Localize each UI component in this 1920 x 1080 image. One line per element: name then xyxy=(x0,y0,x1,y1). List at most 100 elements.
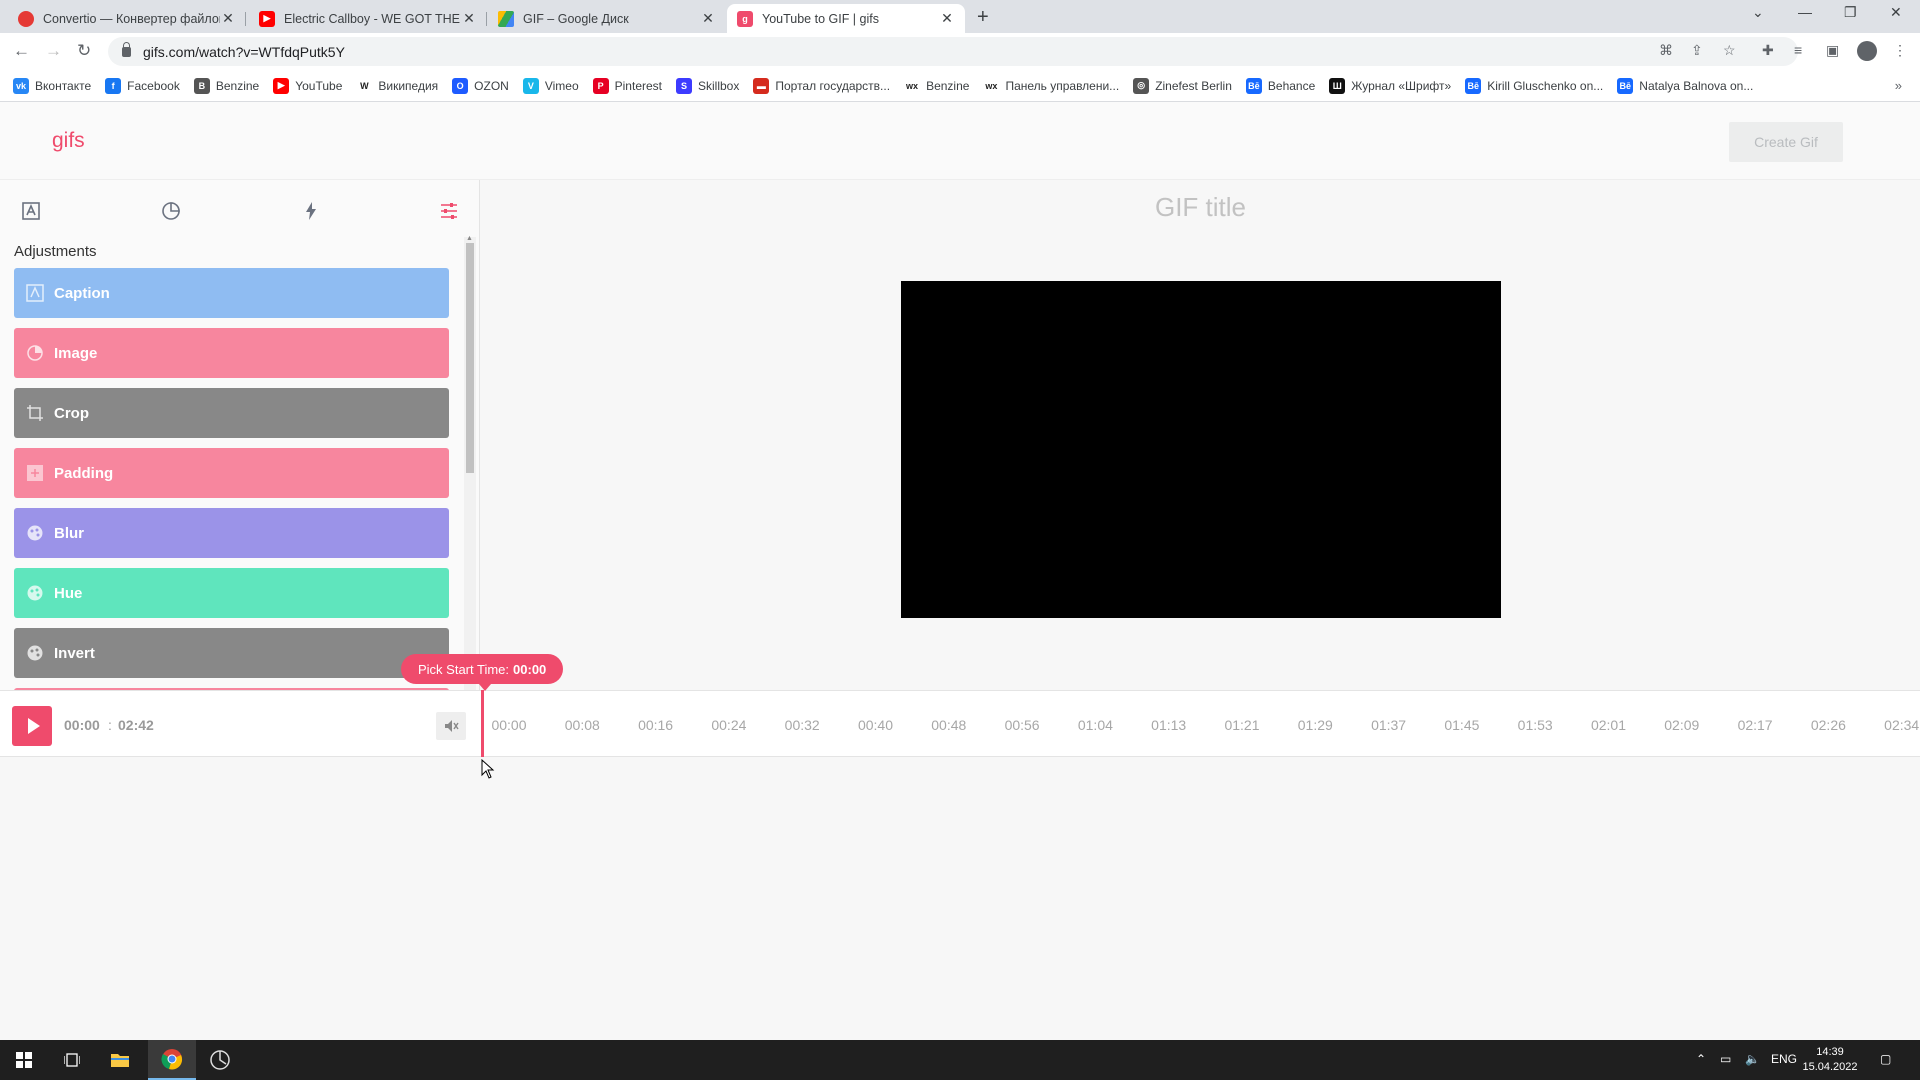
invert-button[interactable]: Invert xyxy=(14,628,449,678)
effects-tool-icon[interactable] xyxy=(297,197,325,225)
caption-tool-icon[interactable] xyxy=(17,197,45,225)
back-icon[interactable]: ← xyxy=(13,41,30,61)
windows-taskbar: ⌃ ▭ 🔈 ENG 14:39 15.04.2022 ▢ xyxy=(0,1040,1920,1080)
file-explorer-icon[interactable] xyxy=(96,1040,144,1080)
bookmark-label: Журнал «Шрифт» xyxy=(1351,78,1452,93)
bookmark-item[interactable]: ▬ Портал государств... xyxy=(753,77,890,94)
notifications-icon[interactable]: ▢ xyxy=(1880,1052,1891,1066)
bookmark-item[interactable]: S Skillbox xyxy=(676,77,740,94)
browser-tab-youtube[interactable]: ▶ Electric Callboy - WE GOT THE M ✕ xyxy=(249,4,487,33)
timeline-tick-label: 02:09 xyxy=(1664,717,1700,733)
extensions-icon[interactable]: ✚ xyxy=(1762,42,1774,59)
benzine-icon: B xyxy=(193,77,210,94)
translate-icon[interactable]: ⌘ xyxy=(1659,42,1673,59)
current-time: 00:00 xyxy=(64,717,100,733)
sidebar-scrollbar[interactable]: ▲ xyxy=(464,235,476,690)
time-separator: : xyxy=(108,717,112,733)
new-tab-icon[interactable]: + xyxy=(977,6,989,29)
share-icon[interactable]: ⇪ xyxy=(1691,42,1703,59)
reading-list-icon[interactable]: ≡ xyxy=(1794,42,1802,58)
gif-title-input[interactable]: GIF title xyxy=(481,192,1920,223)
task-view-icon[interactable] xyxy=(48,1040,96,1080)
language-indicator[interactable]: ENG xyxy=(1771,1052,1797,1066)
playhead-marker[interactable] xyxy=(481,690,484,757)
browser-tab-bar: Convertio — Конвертер файлов ✕ ▶ Electri… xyxy=(0,0,1920,33)
bookmark-item[interactable]: vk Вконтакте xyxy=(13,77,91,94)
scrollbar-thumb[interactable] xyxy=(466,243,474,473)
bookmark-item[interactable]: Ш Журнал «Шрифт» xyxy=(1329,77,1452,94)
hue-button[interactable]: Hue xyxy=(14,568,449,618)
profile-avatar[interactable] xyxy=(1857,41,1877,61)
close-tab-icon[interactable]: ✕ xyxy=(700,10,716,27)
address-bar[interactable]: gifs.com/watch?v=WTfdqPutk5Y xyxy=(108,37,1798,66)
bookmark-item[interactable]: V Vimeo xyxy=(522,77,579,94)
tab-title: Convertio — Конвертер файлов xyxy=(43,11,220,26)
chrome-taskbar-icon[interactable] xyxy=(148,1040,196,1080)
caption-button[interactable]: Caption xyxy=(14,268,449,318)
vk-icon: vk xyxy=(13,77,29,94)
stickers-tool-icon[interactable] xyxy=(157,197,185,225)
play-button[interactable] xyxy=(12,706,52,746)
mute-icon[interactable] xyxy=(436,712,466,740)
show-hidden-icons-icon[interactable]: ⌃ xyxy=(1696,1052,1706,1066)
menu-icon[interactable]: ⋮ xyxy=(1893,42,1907,59)
bookmark-item[interactable]: wx Benzine xyxy=(904,77,969,94)
timeline-ticks[interactable]: 00:00 00:08 00:16 00:24 00:32 00:40 00:48 00:56… xyxy=(487,717,1920,735)
close-tab-icon[interactable]: ✕ xyxy=(461,10,477,27)
skillbox-icon: S xyxy=(676,77,692,94)
lock-icon xyxy=(122,41,131,57)
padding-button[interactable]: Padding xyxy=(14,448,449,498)
restore-icon[interactable]: ❐ xyxy=(1844,4,1857,21)
side-panel-icon[interactable]: ▣ xyxy=(1826,42,1839,59)
minimize-icon[interactable]: — xyxy=(1798,4,1812,20)
bookmark-item[interactable]: P Pinterest xyxy=(592,77,662,94)
screen-recorder-icon[interactable] xyxy=(196,1040,244,1080)
timeline-tick-label: 00:56 xyxy=(1004,717,1040,733)
forward-icon[interactable]: → xyxy=(45,41,62,61)
timeline-tick-label: 01:04 xyxy=(1077,717,1113,733)
bookmark-item[interactable]: B Benzine xyxy=(193,77,259,94)
bookmark-item[interactable]: ▶ YouTube xyxy=(273,77,342,94)
close-tab-icon[interactable]: ✕ xyxy=(220,10,236,27)
video-preview[interactable] xyxy=(901,281,1501,618)
bookmark-label: Skillbox xyxy=(698,78,740,93)
bookmark-item[interactable]: W Википедия xyxy=(356,77,438,94)
timeline-tick-label: 00:16 xyxy=(638,717,674,733)
timeline-tick-label: 00:32 xyxy=(784,717,820,733)
behance-icon: Bē xyxy=(1465,77,1482,94)
blur-button[interactable]: Blur xyxy=(14,508,449,558)
network-icon[interactable]: ▭ xyxy=(1720,1052,1731,1066)
browser-tab-convertio[interactable]: Convertio — Конвертер файлов ✕ xyxy=(8,4,246,33)
reload-icon[interactable]: ↻ xyxy=(77,41,91,61)
volume-icon[interactable]: 🔈 xyxy=(1745,1052,1760,1066)
bookmark-item[interactable]: Bē Behance xyxy=(1245,77,1315,94)
create-gif-button[interactable]: Create Gif xyxy=(1729,122,1843,162)
browser-tab-google-drive[interactable]: GIF – Google Диск ✕ xyxy=(488,4,726,33)
crop-button[interactable]: Crop xyxy=(14,388,449,438)
bookmark-item[interactable]: Bē Natalya Balnova on... xyxy=(1617,77,1753,94)
adjustments-heading: Adjustments xyxy=(14,243,97,260)
timeline-tick-label: 00:40 xyxy=(857,717,894,733)
browser-tab-gifs[interactable]: g YouTube to GIF | gifs ✕ xyxy=(727,4,965,33)
bookmark-item[interactable]: Bē Kirill Gluschenko on... xyxy=(1465,77,1603,94)
image-button[interactable]: Image xyxy=(14,328,449,378)
taskbar-clock[interactable]: 14:39 15.04.2022 xyxy=(1800,1045,1860,1075)
bookmark-item[interactable]: wx Панель управлени... xyxy=(983,77,1119,94)
gifs-logo[interactable]: gifs xyxy=(52,129,85,153)
close-tab-icon[interactable]: ✕ xyxy=(939,10,955,27)
scroll-up-icon[interactable]: ▲ xyxy=(466,235,473,242)
adjustments-list: Caption Image Crop Padding Blur Hue Inve… xyxy=(14,268,449,690)
adjustments-tool-icon[interactable] xyxy=(435,197,463,225)
bookmark-star-icon[interactable]: ☆ xyxy=(1723,42,1736,59)
padding-icon xyxy=(26,464,44,482)
windows-start-icon[interactable] xyxy=(0,1040,48,1080)
tab-search-icon[interactable]: ⌄ xyxy=(1752,4,1764,21)
timeline-tick-label: 02:01 xyxy=(1590,717,1627,733)
gifs-icon: g xyxy=(737,10,753,27)
bookmark-item[interactable]: O OZON xyxy=(452,77,509,94)
more-bookmarks-icon[interactable]: » xyxy=(1895,78,1902,93)
bookmark-item[interactable]: ◎ Zinefest Berlin xyxy=(1133,77,1232,94)
clock-time: 14:39 xyxy=(1816,1046,1844,1058)
bookmark-item[interactable]: f Facebook xyxy=(105,77,180,94)
close-window-icon[interactable]: ✕ xyxy=(1890,4,1902,21)
